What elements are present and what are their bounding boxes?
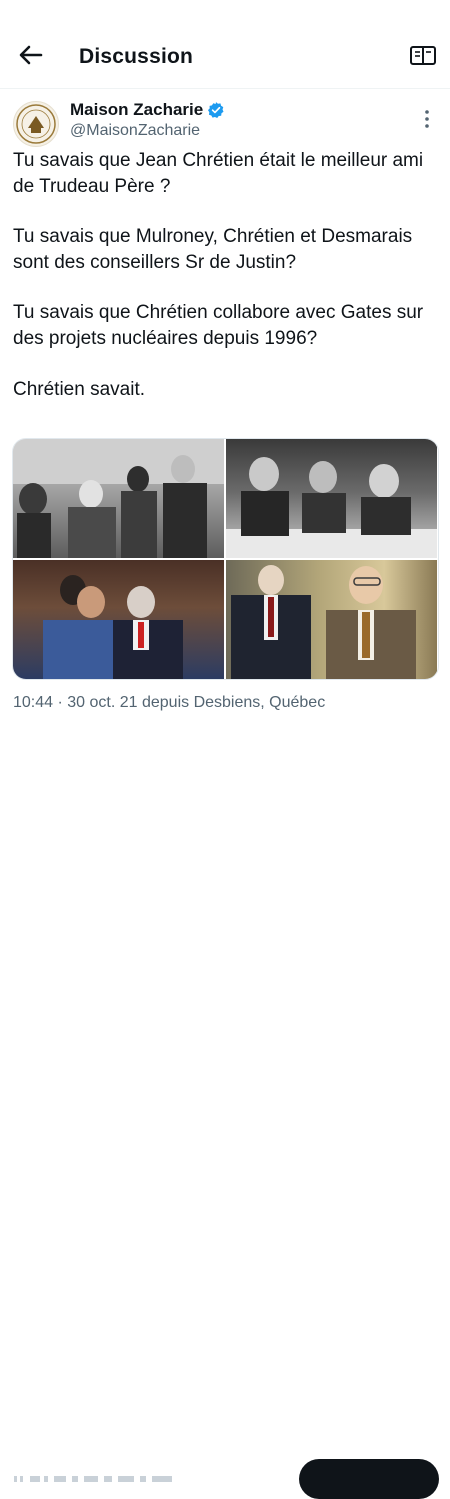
author-handle[interactable]: @MaisonZacharie — [70, 122, 200, 140]
author-name-row: Maison Zacharie — [70, 100, 225, 120]
more-options-icon[interactable] — [418, 108, 436, 130]
avatar[interactable] — [13, 101, 59, 147]
tweet-paragraph: Tu savais que Jean Chrétien était le mei… — [13, 150, 424, 197]
verified-badge-icon — [208, 102, 224, 119]
photo-4[interactable] — [226, 560, 437, 679]
photo-3[interactable] — [13, 560, 224, 679]
bottom-bar — [0, 728, 450, 1499]
page-title: Discussion — [79, 45, 194, 68]
arrow-left-icon[interactable] — [16, 40, 46, 70]
reader-mode-icon[interactable] — [408, 43, 438, 69]
action-button[interactable] — [299, 1459, 439, 1499]
top-bar: Discussion — [0, 0, 450, 89]
tweet-text: Tu savais que Jean Chrétien était le mei… — [13, 148, 441, 427]
tweet-paragraph: Tu savais que Mulroney, Chrétien et Desm… — [13, 226, 413, 273]
photo-2[interactable] — [226, 439, 437, 558]
author-name[interactable]: Maison Zacharie — [70, 100, 203, 120]
engagement-stats-faded — [14, 1476, 172, 1482]
photo-1[interactable] — [13, 439, 224, 558]
tweet-timestamp: 10:44 · 30 oct. 21 depuis Desbiens, Québ… — [13, 694, 326, 711]
tweet-paragraph: Chrétien savait. — [13, 378, 146, 400]
media-grid — [12, 438, 439, 680]
tweet-paragraph: Tu savais que Chrétien collabore avec Ga… — [13, 302, 424, 349]
